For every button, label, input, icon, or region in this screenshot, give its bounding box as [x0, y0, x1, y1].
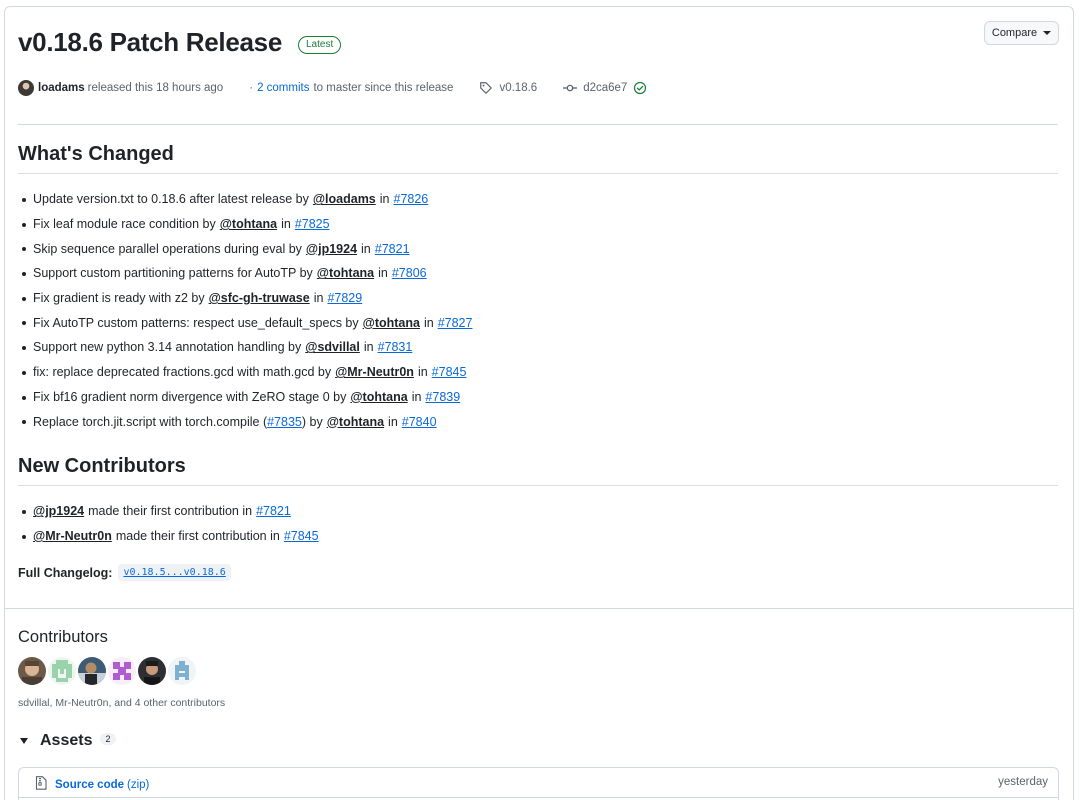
user-link[interactable]: @Mr-Neutr0n: [335, 365, 414, 379]
contributor-avatars: [18, 657, 196, 685]
avatar[interactable]: [18, 657, 46, 685]
divider: [19, 797, 1058, 798]
released-text: released this 18 hours ago: [87, 82, 224, 94]
user-link[interactable]: @tohtana: [327, 415, 384, 429]
pr-link[interactable]: #7845: [432, 365, 467, 379]
verified-check-icon[interactable]: [633, 81, 647, 95]
changes-list: Update version.txt to 0.18.6 after lates…: [21, 187, 473, 434]
user-link[interactable]: @tohtana: [220, 217, 277, 231]
pr-link[interactable]: #7839: [425, 390, 460, 404]
list-item: @Mr-Neutr0n made their first contribution…: [22, 524, 319, 549]
assets-heading: Assets: [40, 732, 93, 749]
commit-icon: [563, 81, 578, 95]
author-link[interactable]: loadams: [38, 82, 85, 94]
tag-link[interactable]: v0.18.6: [499, 82, 537, 94]
user-link[interactable]: @tohtana: [363, 316, 420, 330]
user-link[interactable]: @jp1924: [33, 504, 84, 518]
release-title[interactable]: v0.18.6 Patch Release: [18, 27, 282, 58]
divider: [18, 124, 1058, 125]
pr-link[interactable]: #7825: [295, 217, 330, 231]
new-contributors-list: @jp1924 made their first contribution in #…: [22, 499, 319, 549]
latest-badge: Latest: [298, 35, 342, 54]
release-meta: loadams released this 18 hours ago · 2 c…: [18, 80, 653, 96]
avatar[interactable]: [168, 657, 196, 685]
user-link[interactable]: @loadams: [313, 192, 376, 206]
divider: [18, 485, 1058, 486]
asset-date: yesterday: [998, 776, 1048, 788]
list-item: Replace torch.jit.script with torch.comp…: [21, 409, 472, 434]
commits-suffix: to master since this release: [313, 82, 454, 94]
changelog-label: Full Changelog: [18, 565, 109, 580]
new-contributors-heading: New Contributors: [18, 455, 186, 477]
avatar[interactable]: [78, 657, 106, 685]
asset-ext: (zip): [127, 778, 150, 791]
changelog-compare-link[interactable]: v0.18.5...v0.18.6: [118, 564, 231, 581]
release-header: v0.18.6 Patch Release Latest: [18, 27, 342, 58]
list-item: Skip sequence parallel operations during…: [21, 236, 472, 261]
pr-link[interactable]: #7831: [378, 340, 413, 354]
divider: [18, 173, 1058, 174]
assets-list: Source code (zip) yesterday: [18, 767, 1059, 800]
release-card: v0.18.6 Patch Release Latest Compare loa…: [4, 6, 1074, 800]
pr-link[interactable]: #7840: [402, 415, 437, 429]
avatar[interactable]: [138, 657, 166, 685]
chevron-down-icon: [1043, 31, 1052, 35]
list-item: Fix bf16 gradient norm divergence with Z…: [21, 385, 472, 410]
avatar[interactable]: [108, 657, 136, 685]
compare-label: Compare: [991, 27, 1038, 39]
pr-link[interactable]: #7845: [284, 529, 319, 543]
triangle-down-icon: [20, 738, 28, 744]
pr-link[interactable]: #7821: [375, 242, 410, 256]
pr-link[interactable]: #7806: [392, 266, 427, 280]
divider: [5, 608, 1073, 609]
list-item: Fix AutoTP custom patterns: respect use_…: [21, 310, 473, 335]
pr-link[interactable]: #7835: [267, 415, 302, 429]
contributors-summary: sdvillal, Mr-Neutr0n, and 4 other contri…: [18, 697, 226, 709]
user-link[interactable]: @tohtana: [317, 266, 374, 280]
pr-link[interactable]: #7826: [394, 192, 429, 206]
compare-button[interactable]: Compare: [984, 21, 1059, 45]
list-item: Support custom partitioning patterns for…: [21, 261, 472, 286]
assets-toggle[interactable]: Assets 2: [18, 732, 116, 750]
list-item: Update version.txt to 0.18.6 after lates…: [21, 187, 472, 212]
avatar[interactable]: [48, 657, 76, 685]
asset-row[interactable]: Source code (zip): [35, 776, 149, 793]
list-item: @jp1924 made their first contribution in #…: [22, 499, 319, 524]
user-link[interactable]: @Mr-Neutr0n: [33, 529, 112, 543]
file-zip-icon: [35, 776, 47, 793]
author-avatar[interactable]: [18, 80, 34, 96]
list-item: Fix leaf module race condition by @tohtan…: [21, 212, 472, 237]
commit-sha-link[interactable]: d2ca6e7: [583, 82, 627, 94]
list-item: Support new python 3.14 annotation handl…: [21, 335, 472, 360]
pr-link[interactable]: #7827: [438, 316, 473, 330]
commits-link[interactable]: 2 commits: [257, 82, 309, 94]
list-item: Fix gradient is ready with z2 by @sfc-gh-…: [21, 286, 472, 311]
pr-link[interactable]: #7821: [256, 504, 291, 518]
contributors-heading: Contributors: [18, 628, 108, 646]
whats-changed-heading: What's Changed: [18, 143, 174, 165]
asset-name[interactable]: Source code: [55, 779, 124, 791]
assets-count-badge: 2: [100, 733, 116, 745]
user-link[interactable]: @sfc-gh-truwase: [209, 291, 310, 305]
full-changelog: Full Changelog: v0.18.5...v0.18.6: [18, 564, 231, 581]
list-item: fix: replace deprecated fractions.gcd wi…: [21, 360, 472, 385]
pr-link[interactable]: #7829: [327, 291, 362, 305]
user-link[interactable]: @tohtana: [350, 390, 407, 404]
user-link[interactable]: @jp1924: [306, 242, 357, 256]
tag-icon: [479, 81, 493, 95]
user-link[interactable]: @sdvillal: [305, 340, 360, 354]
